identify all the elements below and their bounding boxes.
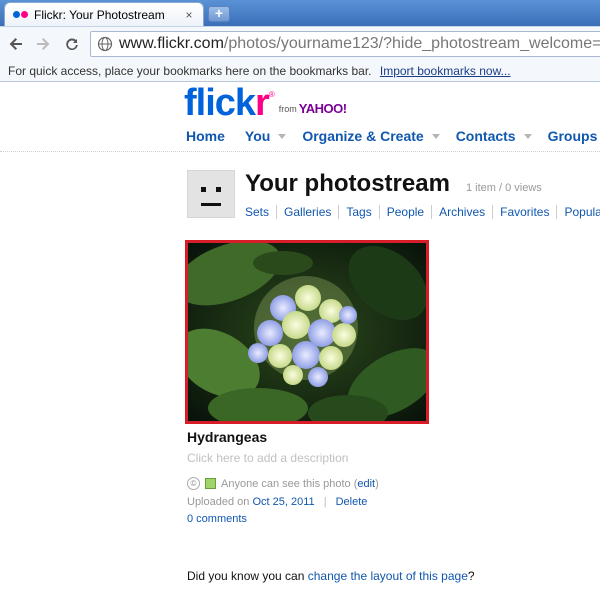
- main-nav: Home You Organize & Create Contacts Grou…: [186, 127, 600, 145]
- privacy-edit-link[interactable]: edit: [357, 478, 375, 490]
- privacy-close-paren: ): [375, 477, 379, 490]
- layout-tip-prefix: Did you know you can: [187, 569, 305, 583]
- forward-button[interactable]: [33, 34, 53, 54]
- bookmarks-bar: For quick access, place your bookmarks h…: [0, 60, 600, 82]
- new-tab-button[interactable]: +: [208, 6, 230, 22]
- browser-toolbar: www.flickr.com/photos/yourname123/?hide_…: [0, 26, 600, 60]
- subnav-popular[interactable]: Popular: [556, 205, 600, 219]
- address-bar[interactable]: www.flickr.com/photos/yourname123/?hide_…: [90, 31, 600, 57]
- subnav-archives[interactable]: Archives: [431, 205, 492, 219]
- buddy-icon-avatar[interactable]: [187, 170, 235, 218]
- browser-tab-strip: Flickr: Your Photostream × +: [0, 0, 600, 26]
- copyright-icon: ©: [187, 477, 200, 490]
- flickr-favicon-icon: [13, 11, 28, 18]
- subnav-sets[interactable]: Sets: [245, 205, 276, 219]
- nav-you[interactable]: You: [245, 128, 270, 144]
- nav-contacts-dropdown-icon[interactable]: [523, 133, 532, 139]
- flickr-logo[interactable]: flick r ® from YAHOO!: [184, 82, 347, 124]
- nav-you-dropdown-icon[interactable]: [278, 133, 287, 139]
- reload-button[interactable]: [62, 34, 82, 54]
- url-host: www.flickr.com: [119, 35, 224, 52]
- logo-r-text: r: [255, 82, 270, 124]
- nav-groups[interactable]: Groups: [548, 128, 598, 144]
- logo-registered-mark: ®: [268, 90, 275, 99]
- back-arrow-icon: [9, 38, 22, 50]
- subnav-favorites[interactable]: Favorites: [492, 205, 556, 219]
- back-button[interactable]: [6, 34, 26, 54]
- uploaded-prefix: Uploaded on: [187, 496, 250, 508]
- uploaded-date-link[interactable]: Oct 25, 2011: [252, 496, 314, 508]
- nav-organize-dropdown-icon[interactable]: [431, 133, 440, 139]
- subnav-tags[interactable]: Tags: [338, 205, 378, 219]
- delete-link[interactable]: Delete: [336, 496, 368, 508]
- photostream-stats: 1 item / 0 views: [466, 182, 542, 194]
- comments-link[interactable]: 0 comments: [187, 513, 247, 525]
- forward-arrow-icon: [37, 38, 50, 50]
- photo-description-placeholder[interactable]: Click here to add a description: [187, 451, 348, 465]
- page-title: Your photostream: [245, 170, 450, 197]
- nav-contacts[interactable]: Contacts: [456, 128, 516, 144]
- change-layout-link[interactable]: change the layout of this page: [308, 569, 468, 583]
- public-visibility-icon: [205, 478, 216, 489]
- logo-from-text: from: [278, 104, 297, 114]
- privacy-text: Anyone can see this photo (: [221, 477, 358, 490]
- import-bookmarks-link[interactable]: Import bookmarks now...: [380, 64, 511, 78]
- yahoo-logo: YAHOO!: [298, 101, 347, 116]
- page-globe-icon: [97, 36, 113, 52]
- subnav-people[interactable]: People: [378, 205, 431, 219]
- layout-tip-suffix: ?: [467, 569, 475, 583]
- upload-info: Uploaded on Oct 25, 2011 | Delete: [187, 496, 367, 508]
- photo-thumbnail[interactable]: [185, 240, 429, 424]
- tab-title: Flickr: Your Photostream: [34, 7, 165, 22]
- photo-title[interactable]: Hydrangeas: [187, 429, 267, 445]
- photostream-subnav: Sets Galleries Tags People Archives Favo…: [245, 205, 600, 219]
- layout-tip: Did you know you can change the layout o…: [187, 569, 475, 583]
- header-divider: [0, 151, 600, 152]
- tab-close-icon[interactable]: ×: [183, 9, 195, 21]
- subnav-galleries[interactable]: Galleries: [276, 205, 338, 219]
- logo-flick-text: flick: [184, 82, 256, 124]
- url-path: /photos/yourname123/?hide_photostream_we…: [223, 35, 600, 52]
- bookmarks-hint: For quick access, place your bookmarks h…: [8, 64, 372, 78]
- hydrangea-photo: [188, 243, 426, 421]
- browser-tab[interactable]: Flickr: Your Photostream ×: [4, 2, 204, 26]
- photo-privacy: © Anyone can see this photo (edit): [187, 477, 379, 490]
- nav-organize-create[interactable]: Organize & Create: [302, 128, 423, 144]
- reload-icon: [66, 38, 78, 51]
- uploaded-separator: |: [323, 496, 327, 508]
- nav-home[interactable]: Home: [186, 128, 225, 144]
